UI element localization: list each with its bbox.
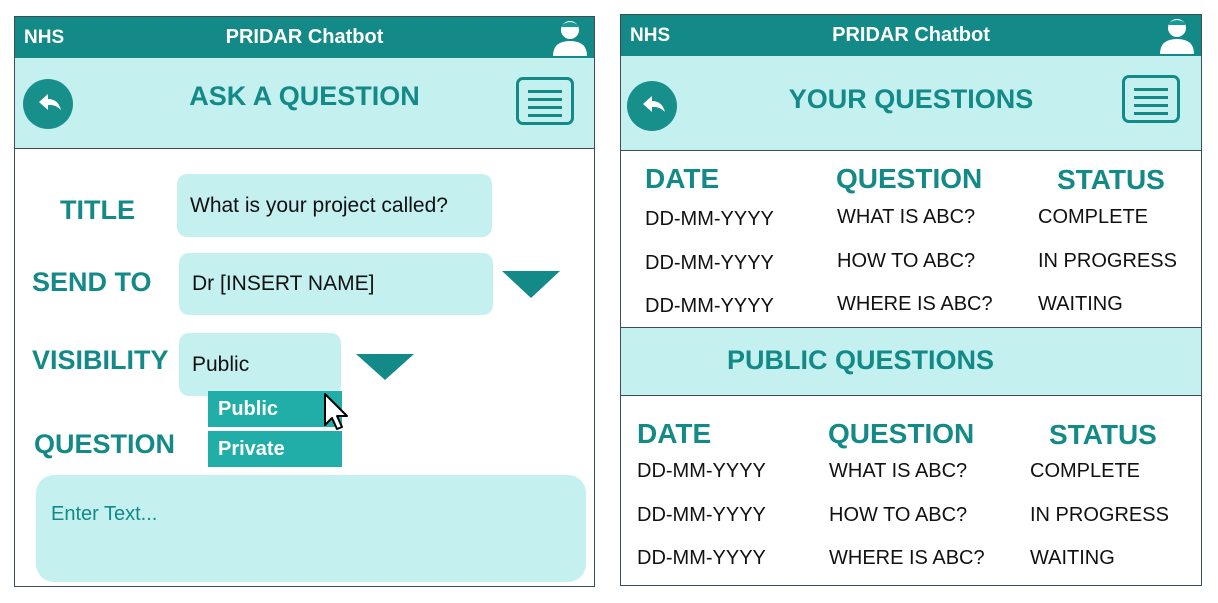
visibility-option-public[interactable]: Public [208, 391, 342, 427]
visibility-label: VISIBILITY [32, 345, 169, 375]
table-cell-status: WAITING [1038, 293, 1123, 315]
table-cell-status: IN PROGRESS [1038, 250, 1177, 272]
user-icon[interactable] [551, 18, 589, 56]
hamburger-menu-icon [528, 90, 562, 93]
table-cell-date: DD-MM-YYYY [637, 504, 766, 526]
table-cell-question[interactable]: HOW TO ABC? [829, 504, 967, 527]
column-header-status: STATUS [1057, 164, 1165, 195]
visibility-chevron-down-icon[interactable] [356, 354, 414, 381]
app-header: NHS PRIDAR Chatbot [15, 17, 594, 58]
table-cell-question[interactable]: WHERE IS ABC? [829, 547, 985, 570]
send-to-chevron-down-icon[interactable] [502, 271, 560, 299]
page-banner: ASK A QUESTION [15, 58, 594, 149]
table-cell-date: DD-MM-YYYY [637, 547, 766, 569]
public-questions-banner: PUBLIC QUESTIONS [621, 327, 1201, 396]
menu-button[interactable] [1122, 75, 1180, 123]
send-to-label: SEND TO [32, 267, 152, 297]
menu-button[interactable] [516, 77, 574, 125]
send-to-select[interactable]: Dr [INSERT NAME] [179, 253, 493, 315]
table-cell-question[interactable]: HOW TO ABC? [837, 250, 975, 273]
page-title: ASK A QUESTION [189, 81, 420, 111]
table-cell-date: DD-MM-YYYY [645, 208, 774, 230]
section-title: PUBLIC QUESTIONS [727, 345, 995, 375]
column-header-date: DATE [637, 418, 712, 449]
column-header-status: STATUS [1049, 419, 1157, 450]
visibility-select[interactable]: Public [179, 333, 341, 396]
table-cell-question[interactable]: WHERE IS ABC? [837, 293, 993, 316]
table-cell-status: COMPLETE [1030, 460, 1141, 482]
table-cell-question[interactable]: WHAT IS ABC? [829, 460, 967, 483]
table-cell-date: DD-MM-YYYY [645, 295, 774, 317]
ask-question-screen: NHS PRIDAR Chatbot ASK A QUESTION TITLE … [14, 16, 595, 587]
page-title: YOUR QUESTIONS [788, 84, 1034, 114]
your-questions-screen: NHS PRIDAR Chatbot YOUR QUESTIONS DATE Q… [620, 14, 1202, 586]
question-label: QUESTION [34, 429, 176, 459]
question-textarea[interactable]: Enter Text... [36, 475, 586, 582]
column-header-question: QUESTION [836, 163, 983, 194]
user-icon[interactable] [1158, 16, 1196, 54]
app-title: PRIDAR Chatbot [225, 26, 384, 48]
table-cell-status: WAITING [1030, 547, 1115, 569]
table-cell-status: IN PROGRESS [1030, 504, 1169, 526]
mouse-cursor-icon [324, 393, 348, 430]
page-banner: YOUR QUESTIONS [621, 56, 1201, 151]
app-title: PRIDAR Chatbot [832, 24, 990, 46]
title-label: TITLE [60, 195, 135, 225]
table-cell-date: DD-MM-YYYY [637, 460, 766, 482]
table-cell-status: COMPLETE [1038, 206, 1149, 228]
visibility-option-private[interactable]: Private [208, 431, 342, 467]
column-header-question: QUESTION [828, 418, 975, 449]
title-input[interactable]: What is your project called? [177, 174, 492, 237]
table-cell-date: DD-MM-YYYY [645, 252, 774, 274]
column-header-date: DATE [645, 163, 720, 194]
table-cell-question[interactable]: WHAT IS ABC? [837, 206, 975, 229]
hamburger-menu-icon [1134, 88, 1168, 91]
app-header: NHS PRIDAR Chatbot [621, 15, 1201, 56]
